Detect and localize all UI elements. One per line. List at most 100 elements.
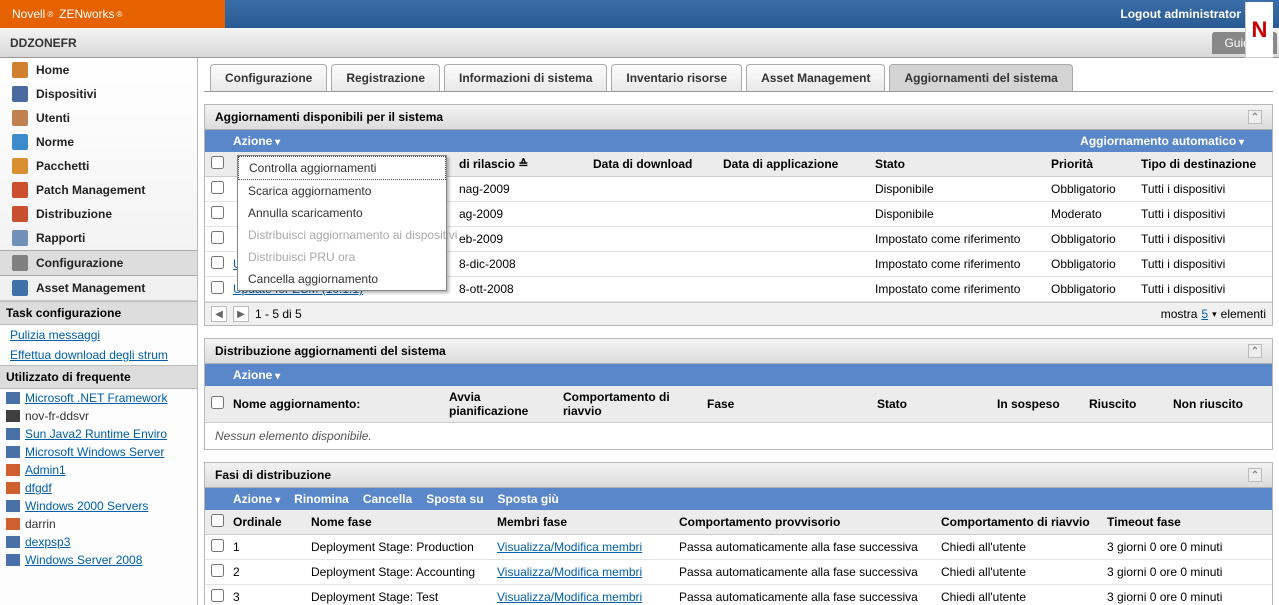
nav-item-rapporti[interactable]: Rapporti: [0, 226, 197, 250]
col-success[interactable]: Riuscito: [1089, 397, 1173, 411]
col-ordinal[interactable]: Ordinale: [233, 515, 311, 529]
freq-item[interactable]: Microsoft Windows Server: [0, 443, 197, 461]
tab-informazioni-di-sistema[interactable]: Informazioni di sistema: [444, 64, 607, 91]
menu-item[interactable]: Scarica aggiornamento: [238, 180, 446, 202]
nav-item-patch-management[interactable]: Patch Management: [0, 178, 197, 202]
row-checkbox[interactable]: [211, 206, 224, 219]
task-link[interactable]: Pulizia messaggi: [0, 325, 197, 345]
col-dest-type[interactable]: Tipo di destinazione: [1141, 157, 1266, 171]
nav-item-home[interactable]: Home: [0, 58, 197, 82]
row-checkbox[interactable]: [211, 181, 224, 194]
action-dropdown[interactable]: Azione: [233, 368, 280, 382]
auto-update-dropdown[interactable]: Aggiornamento automatico: [1080, 134, 1244, 148]
row-checkbox[interactable]: [211, 256, 224, 269]
col-timeout[interactable]: Timeout fase: [1107, 515, 1266, 529]
col-phase-name[interactable]: Nome fase: [311, 515, 497, 529]
col-priority[interactable]: Priorità: [1051, 157, 1141, 171]
nav-item-pacchetti[interactable]: Pacchetti: [0, 154, 197, 178]
nav-label: Pacchetti: [36, 159, 89, 173]
select-all-checkbox[interactable]: [211, 156, 224, 169]
freq-item[interactable]: Windows 2000 Servers: [0, 497, 197, 515]
collapse-icon[interactable]: ⌃: [1248, 110, 1262, 124]
freq-link[interactable]: Windows 2000 Servers: [25, 499, 148, 513]
row-checkbox[interactable]: [211, 539, 224, 552]
freq-item[interactable]: darrin: [0, 515, 197, 533]
row-checkbox[interactable]: [211, 281, 224, 294]
menu-item[interactable]: Annulla scaricamento: [238, 202, 446, 224]
freq-item[interactable]: dexpsp3: [0, 533, 197, 551]
menu-item: Distribuisci aggiornamento ai dispositiv…: [238, 224, 446, 246]
select-all-checkbox[interactable]: [211, 396, 224, 409]
rename-action[interactable]: Rinomina: [294, 492, 349, 506]
row-checkbox[interactable]: [211, 564, 224, 577]
freq-link[interactable]: dexpsp3: [25, 535, 70, 549]
col-download-date[interactable]: Data di download: [593, 157, 723, 171]
cell-state: Disponibile: [875, 182, 1051, 196]
freq-item[interactable]: Admin1: [0, 461, 197, 479]
cell-phase-name: Deployment Stage: Accounting: [311, 565, 497, 579]
nav-item-configurazione[interactable]: Configurazione: [0, 250, 197, 276]
page-size[interactable]: 5: [1201, 307, 1208, 321]
freq-link[interactable]: Windows Server 2008: [25, 553, 142, 567]
table-row: 2Deployment Stage: AccountingVisualizza/…: [205, 560, 1272, 585]
freq-item[interactable]: Microsoft .NET Framework: [0, 389, 197, 407]
next-page-button[interactable]: ▶: [233, 306, 249, 322]
col-apply-date[interactable]: Data di applicazione: [723, 157, 875, 171]
collapse-icon[interactable]: ⌃: [1248, 468, 1262, 482]
action-menu[interactable]: Controlla aggiornamentiScarica aggiornam…: [237, 155, 447, 291]
col-state[interactable]: Stato: [875, 157, 1051, 171]
members-link[interactable]: Visualizza/Modifica membri: [497, 565, 642, 579]
select-all-checkbox[interactable]: [211, 514, 224, 527]
freq-link[interactable]: dfgdf: [25, 481, 52, 495]
nav-label: Patch Management: [36, 183, 145, 197]
row-checkbox[interactable]: [211, 231, 224, 244]
cell-timeout: 3 giorni 0 ore 0 minuti: [1107, 540, 1266, 554]
prev-page-button[interactable]: ◀: [211, 306, 227, 322]
col-temp-behavior[interactable]: Comportamento provvisorio: [679, 515, 941, 529]
col-phase[interactable]: Fase: [707, 397, 877, 411]
task-link[interactable]: Effettua download degli strum: [0, 345, 197, 365]
col-failed[interactable]: Non riuscito: [1173, 397, 1266, 411]
action-dropdown[interactable]: Azione: [233, 492, 280, 506]
task-config-header: Task configurazione: [0, 301, 197, 325]
nav-item-asset-management[interactable]: Asset Management: [0, 276, 197, 300]
nav-icon: [12, 182, 28, 198]
members-link[interactable]: Visualizza/Modifica membri: [497, 590, 642, 604]
freq-item[interactable]: nov-fr-ddsvr: [0, 407, 197, 425]
nav-item-dispositivi[interactable]: Dispositivi: [0, 82, 197, 106]
tab-aggiornamenti-del-sistema[interactable]: Aggiornamenti del sistema: [889, 64, 1072, 91]
delete-action[interactable]: Cancella: [363, 492, 412, 506]
col-release[interactable]: di rilascio ≙: [459, 157, 593, 171]
col-reboot-behavior[interactable]: Comportamento di riavvio: [563, 390, 707, 418]
col-reboot-behavior[interactable]: Comportamento di riavvio: [941, 515, 1107, 529]
logout-link[interactable]: Logout administrator: [1120, 7, 1241, 21]
row-checkbox[interactable]: [211, 589, 224, 602]
tab-asset-management[interactable]: Asset Management: [746, 64, 885, 91]
freq-link[interactable]: Microsoft Windows Server: [25, 445, 164, 459]
action-dropdown[interactable]: Azione: [233, 134, 280, 148]
nav-item-norme[interactable]: Norme: [0, 130, 197, 154]
move-down-action[interactable]: Sposta giù: [498, 492, 559, 506]
menu-item[interactable]: Cancella aggiornamento: [238, 268, 446, 290]
freq-item[interactable]: Windows Server 2008: [0, 551, 197, 569]
col-update-name[interactable]: Nome aggiornamento:: [233, 397, 449, 411]
freq-link[interactable]: Admin1: [25, 463, 66, 477]
tab-inventario-risorse[interactable]: Inventario risorse: [611, 64, 742, 91]
tab-registrazione[interactable]: Registrazione: [331, 64, 440, 91]
freq-item[interactable]: dfgdf: [0, 479, 197, 497]
freq-link[interactable]: Sun Java2 Runtime Enviro: [25, 427, 167, 441]
freq-item[interactable]: Sun Java2 Runtime Enviro: [0, 425, 197, 443]
collapse-icon[interactable]: ⌃: [1248, 344, 1262, 358]
col-state[interactable]: Stato: [877, 397, 997, 411]
menu-item[interactable]: Controlla aggiornamenti: [238, 156, 446, 180]
col-pending[interactable]: In sospeso: [997, 397, 1089, 411]
cell-reboot: Chiedi all'utente: [941, 540, 1107, 554]
move-up-action[interactable]: Sposta su: [426, 492, 483, 506]
col-start-sched[interactable]: Avvia pianificazione: [449, 390, 563, 418]
col-members[interactable]: Membri fase: [497, 515, 679, 529]
freq-link[interactable]: Microsoft .NET Framework: [25, 391, 167, 405]
nav-item-utenti[interactable]: Utenti: [0, 106, 197, 130]
members-link[interactable]: Visualizza/Modifica membri: [497, 540, 642, 554]
tab-configurazione[interactable]: Configurazione: [210, 64, 327, 91]
nav-item-distribuzione[interactable]: Distribuzione: [0, 202, 197, 226]
